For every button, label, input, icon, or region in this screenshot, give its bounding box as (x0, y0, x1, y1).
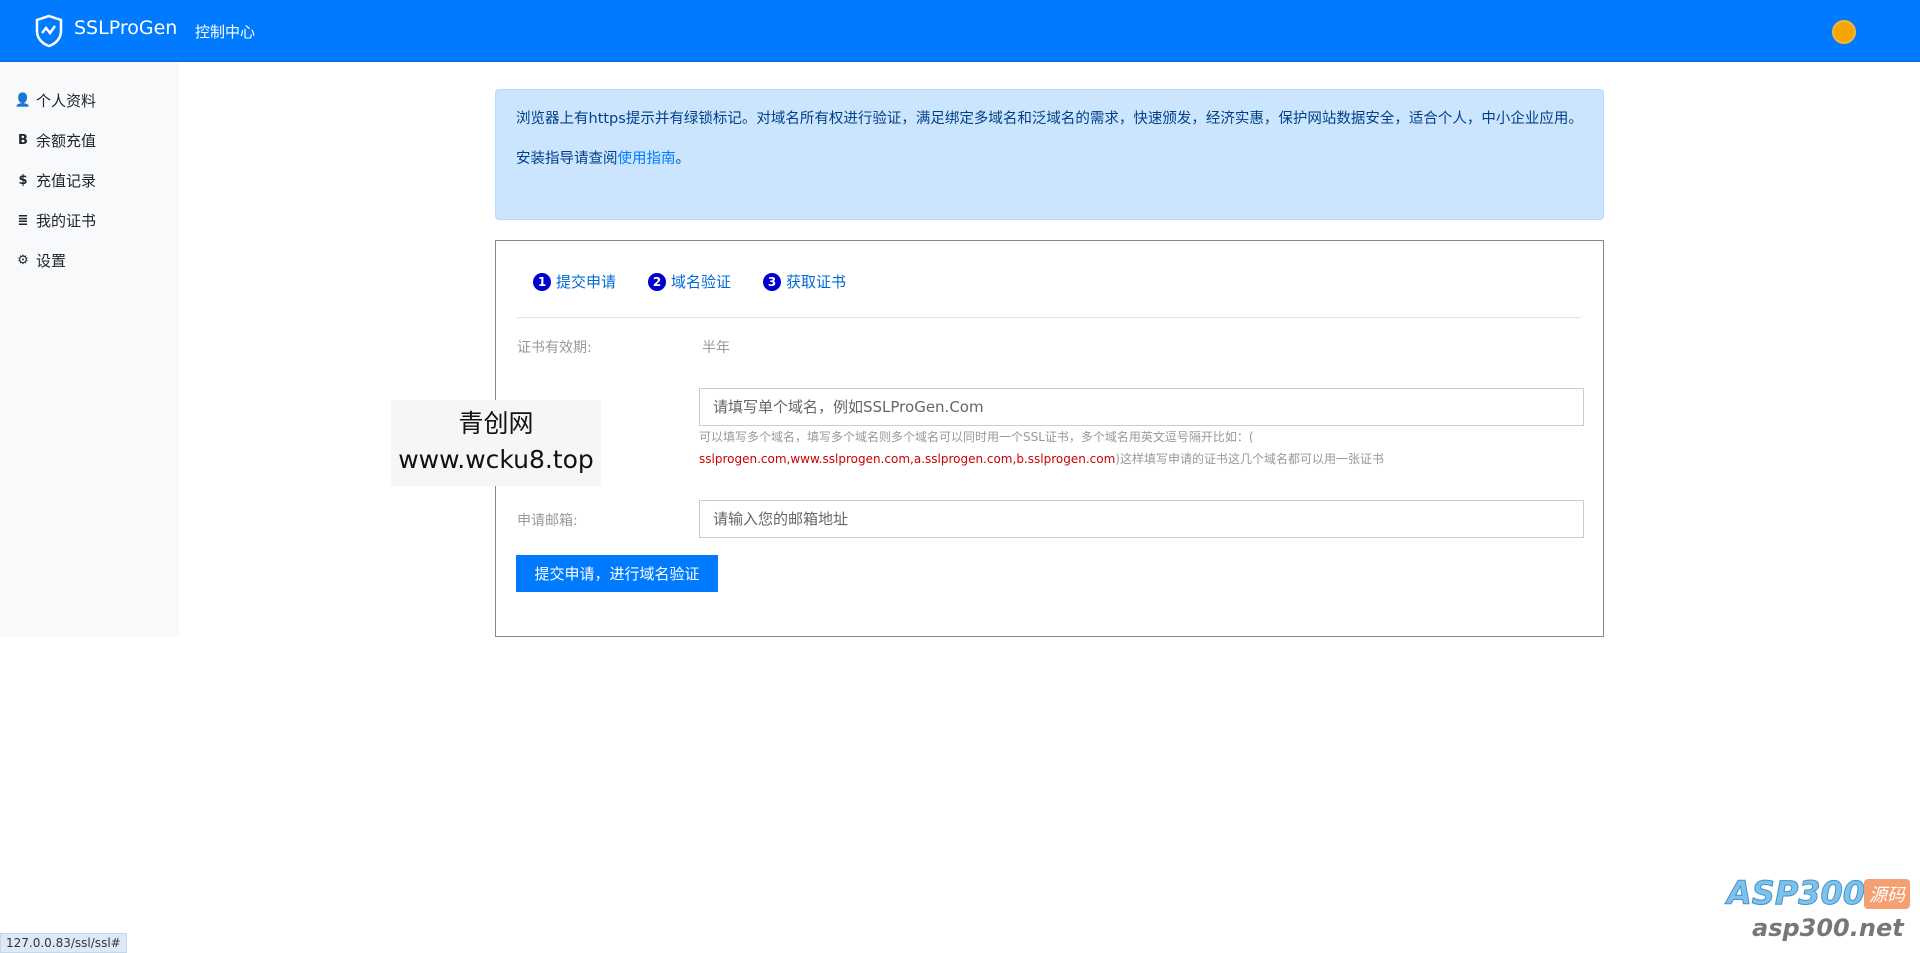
step-label: 域名验证 (671, 273, 732, 291)
brand-name[interactable]: SSLProGen (74, 17, 177, 39)
step-number: 3 (763, 272, 782, 291)
sidebar-item-label: 我的证书 (36, 211, 97, 230)
validity-label: 证书有效期: (517, 340, 592, 356)
watermark: 青创网 www.wcku8.top (391, 400, 601, 486)
sidebar-item-label: 设置 (36, 251, 67, 270)
step-number: 1 (533, 272, 551, 291)
sidebar-item-label: 个人资料 (36, 91, 97, 110)
logo-text: ASP300 (1726, 874, 1866, 913)
logo-text: 源码 (1864, 879, 1910, 909)
top-navbar: SSLProGen 控制中心 (0, 0, 1920, 62)
sidebar-item-label: 余额充值 (36, 131, 97, 150)
validity-value: 半年 (702, 340, 730, 356)
status-bar-url: 127.0.0.83/ssl/ssl# (0, 933, 127, 953)
domain-help: 可以填写多个域名，填写多个域名则多个域名可以同时用一个SSL证书，多个域名用英文… (699, 426, 1384, 470)
sidebar: 👤 个人资料 B 余额充值 $ 充值记录 ≣ 我的证书 ⚙ 设置 (0, 62, 179, 637)
guide-prefix: 安装指导请查阅 (516, 151, 618, 167)
sidebar-item-label: 充值记录 (36, 171, 97, 190)
help-example: sslprogen.com,www.sslprogen.com,a.sslpro… (699, 452, 1116, 466)
logo-text: asp300.net (1752, 914, 1904, 942)
domain-input[interactable] (699, 388, 1584, 426)
bitcoin-icon: B (18, 132, 28, 148)
sidebar-item-recharge-history[interactable]: $ 充值记录 (15, 168, 96, 192)
sidebar-item-profile[interactable]: 👤 个人资料 (15, 88, 96, 112)
step-label: 提交申请 (556, 273, 617, 291)
help-example-line: sslprogen.com,www.sslprogen.com,a.sslpro… (699, 448, 1384, 470)
application-form-card: 1 提交申请 2域名验证 3获取证书 证书有效期: 半年 可以填写多个域名，填写多… (495, 240, 1604, 637)
steps: 1 提交申请 2 域名验证 3 获取证书 (533, 271, 846, 292)
database-icon: ≣ (17, 212, 29, 228)
nav-control-center[interactable]: 控制中心 (195, 21, 255, 42)
help-suffix: )这样填写申请的证书这几个域名都可以用一张证书 (1115, 452, 1384, 466)
submit-button[interactable]: 提交申请，进行域名验证 (516, 555, 718, 592)
email-input[interactable] (699, 500, 1584, 538)
step-get-certificate[interactable]: 3 获取证书 (763, 271, 846, 292)
gear-icon: ⚙ (17, 252, 29, 268)
avatar[interactable] (1832, 20, 1856, 44)
step-number: 2 (648, 272, 667, 291)
watermark-line: 青创网 (458, 409, 534, 438)
email-label: 申请邮箱: (517, 513, 578, 529)
info-alert: 浏览器上有https提示并有绿锁标记。对域名所有权进行验证，满足绑定多域名和泛域… (495, 89, 1604, 220)
corner-watermark-logo: ASP300 源码 asp300.net (1722, 874, 1912, 944)
sidebar-item-my-certificates[interactable]: ≣ 我的证书 (15, 208, 96, 232)
sidebar-item-recharge[interactable]: B 余额充值 (15, 128, 96, 152)
alert-description: 浏览器上有https提示并有绿锁标记。对域名所有权进行验证，满足绑定多域名和泛域… (516, 111, 1583, 127)
user-plus-icon: 👤 (14, 92, 32, 108)
divider (517, 317, 1581, 318)
coins-icon: $ (18, 172, 28, 188)
step-verify[interactable]: 2 域名验证 (648, 271, 731, 292)
shield-logo-icon[interactable] (34, 14, 64, 48)
sidebar-item-settings[interactable]: ⚙ 设置 (15, 248, 66, 272)
help-text: 可以填写多个域名，填写多个域名则多个域名可以同时用一个SSL证书，多个域名用英文… (699, 430, 1254, 444)
watermark-line: www.wcku8.top (398, 445, 594, 474)
step-submit[interactable]: 1 提交申请 (533, 271, 616, 292)
guide-suffix: 。 (675, 151, 691, 167)
step-label: 获取证书 (786, 273, 847, 291)
guide-link[interactable]: 使用指南 (618, 151, 676, 167)
alert-guide: 安装指导请查阅使用指南。 (516, 146, 1583, 172)
